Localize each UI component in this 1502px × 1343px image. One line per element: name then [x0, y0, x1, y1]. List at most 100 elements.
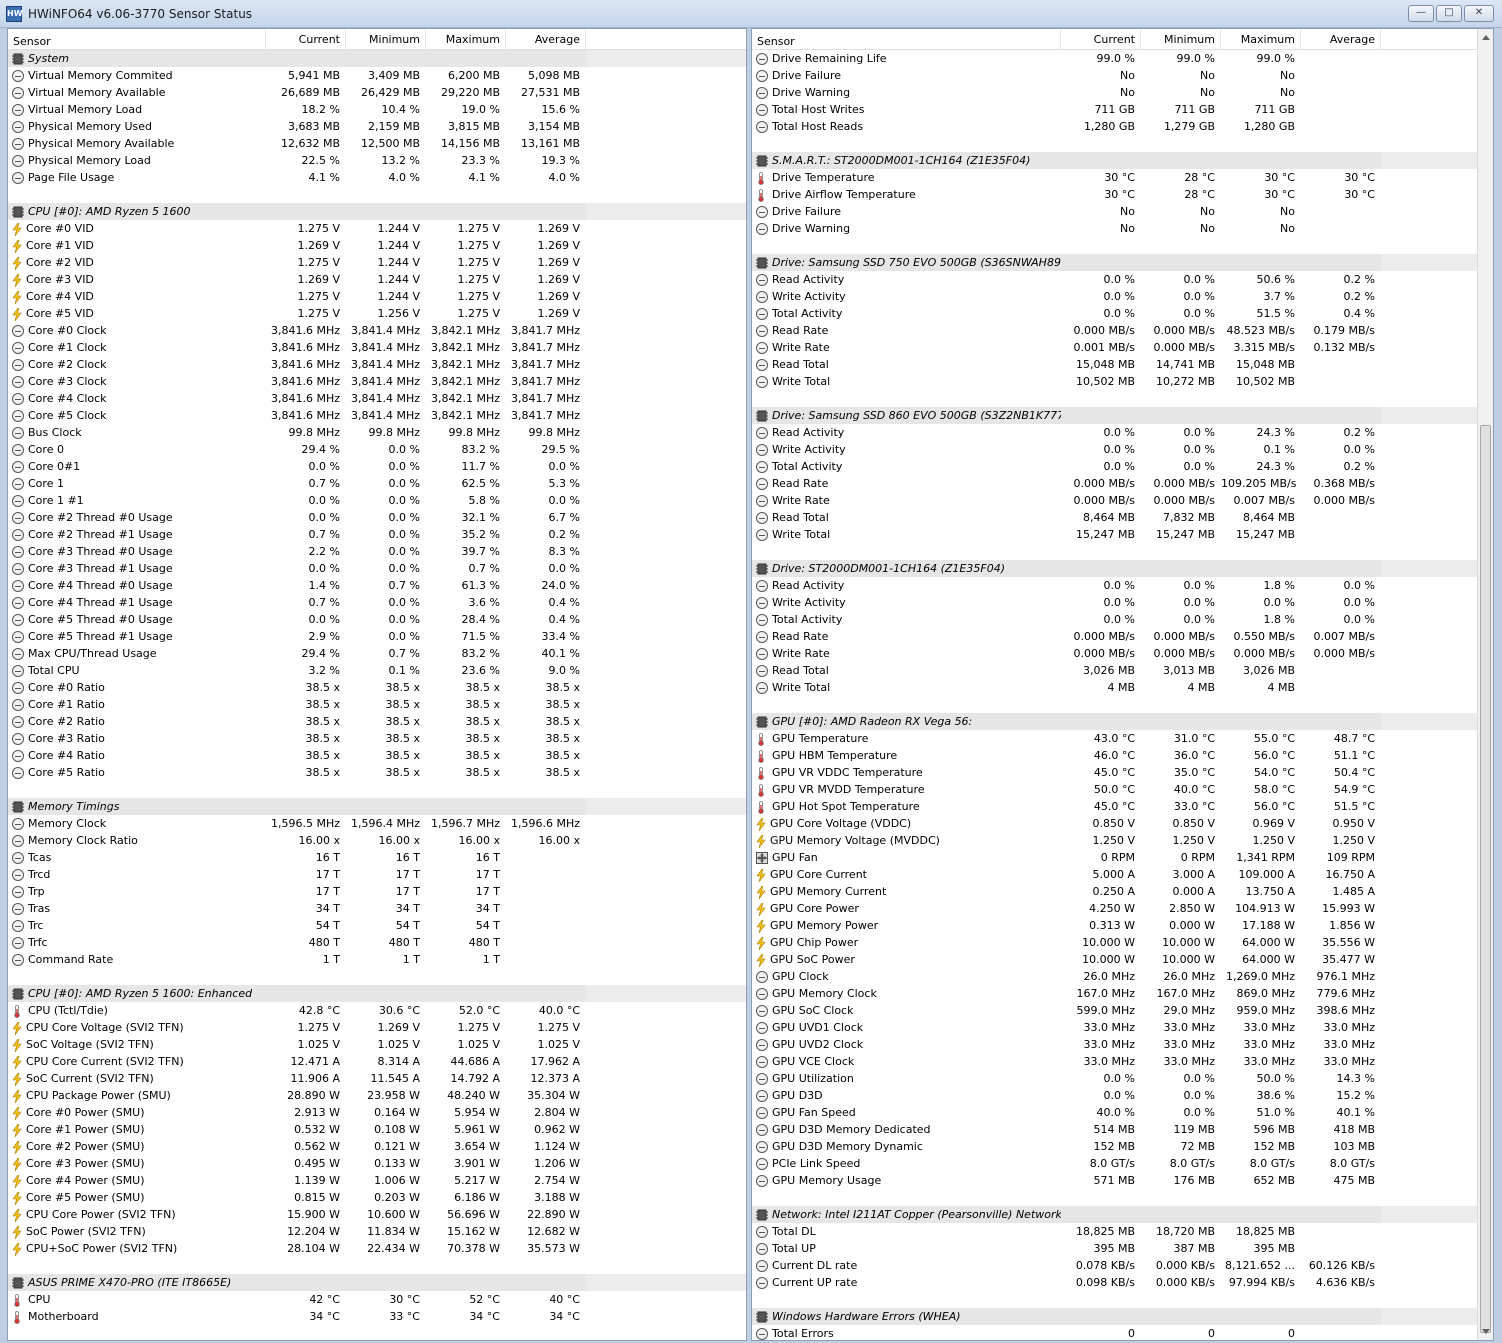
sensor-row[interactable]: Page File Usage 4.1 % 4.0 % 4.1 % 4.0 %	[8, 169, 746, 186]
sensor-row[interactable]: Memory Clock 1,596.5 MHz 1,596.4 MHz 1,596.…	[8, 815, 746, 832]
sensor-group-header[interactable]: CPU [#0]: AMD Ryzen 5 1600	[8, 203, 746, 220]
scrollbar-thumb[interactable]	[1480, 425, 1491, 1333]
sensor-group-header[interactable]: System	[8, 50, 746, 67]
sensor-row[interactable]: Core #5 Clock 3,841.6 MHz 3,841.4 MHz 3,842…	[8, 407, 746, 424]
sensor-row[interactable]: Read Rate 0.000 MB/s 0.000 MB/s 48.523 MB/s…	[752, 322, 1493, 339]
sensor-row[interactable]: GPU Clock 26.0 MHz 26.0 MHz 1,269.0 MHz 976.…	[752, 968, 1493, 985]
column-header-current[interactable]: Current	[266, 29, 346, 50]
sensor-row[interactable]: Trcd 17 T 17 T 17 T	[8, 866, 746, 883]
sensor-row[interactable]: Core 0 29.4 % 0.0 % 83.2 % 29.5 %	[8, 441, 746, 458]
sensor-row[interactable]: GPU Memory Voltage (MVDDC) 1.250 V 1.250 V…	[752, 832, 1493, 849]
sensor-row[interactable]: Core #4 Thread #1 Usage 0.7 % 0.0 % 3.6 % 0.…	[8, 594, 746, 611]
column-header-sensor[interactable]: Sensor	[752, 29, 1061, 50]
sensor-row[interactable]: Core 1 #1 0.0 % 0.0 % 5.8 % 0.0 %	[8, 492, 746, 509]
sensor-row[interactable]: Physical Memory Available 12,632 MB 12,500…	[8, 135, 746, 152]
sensor-row[interactable]: Tcas 16 T 16 T 16 T	[8, 849, 746, 866]
sensor-row[interactable]: SoC Power (SVI2 TFN) 12.204 W 11.834 W 15.1…	[8, 1223, 746, 1240]
sensor-row[interactable]: Read Total 3,026 MB 3,013 MB 3,026 MB	[752, 662, 1493, 679]
sensor-row[interactable]: Total Host Writes 711 GB 711 GB 711 GB	[752, 101, 1493, 118]
sensor-row[interactable]: Current UP rate 0.098 KB/s 0.000 KB/s 97.99…	[752, 1274, 1493, 1291]
sensor-row[interactable]: GPU Core Current 5.000 A 3.000 A 109.000 A 1…	[752, 866, 1493, 883]
sensor-row[interactable]: SoC Voltage (SVI2 TFN) 1.025 V 1.025 V 1.02…	[8, 1036, 746, 1053]
column-header-minimum[interactable]: Minimum	[1141, 29, 1221, 50]
sensor-group-header[interactable]: CPU [#0]: AMD Ryzen 5 1600: Enhanced	[8, 985, 746, 1002]
sensor-row[interactable]: Total Host Reads 1,280 GB 1,279 GB 1,280 GB	[752, 118, 1493, 135]
sensor-row[interactable]: Read Activity 0.0 % 0.0 % 24.3 % 0.2 %	[752, 424, 1493, 441]
sensor-row[interactable]: Core #4 VID 1.275 V 1.244 V 1.275 V 1.269 V	[8, 288, 746, 305]
sensor-row[interactable]: Core #5 Thread #1 Usage 2.9 % 0.0 % 71.5 % 3…	[8, 628, 746, 645]
sensor-row[interactable]: Total CPU 3.2 % 0.1 % 23.6 % 9.0 %	[8, 662, 746, 679]
sensor-row[interactable]: GPU Hot Spot Temperature 45.0 °C 33.0 °C 56…	[752, 798, 1493, 815]
sensor-row[interactable]: CPU (Tctl/Tdie) 42.8 °C 30.6 °C 52.0 °C 40.0…	[8, 1002, 746, 1019]
sensor-row[interactable]: GPU Memory Clock 167.0 MHz 167.0 MHz 869.0 …	[752, 985, 1493, 1002]
sensor-row[interactable]: GPU Core Power 4.250 W 2.850 W 104.913 W 15.…	[752, 900, 1493, 917]
sensor-row[interactable]: GPU Temperature 43.0 °C 31.0 °C 55.0 °C 48.7…	[752, 730, 1493, 747]
sensor-row[interactable]: Core #2 VID 1.275 V 1.244 V 1.275 V 1.269 V	[8, 254, 746, 271]
sensor-row[interactable]: Core #1 VID 1.269 V 1.244 V 1.275 V 1.269 V	[8, 237, 746, 254]
sensor-row[interactable]: Read Total 15,048 MB 14,741 MB 15,048 MB	[752, 356, 1493, 373]
scroll-up-arrow-icon[interactable]	[1482, 35, 1490, 40]
column-header-current[interactable]: Current	[1061, 29, 1141, 50]
sensor-group-header[interactable]: Drive: ST2000DM001-1CH164 (Z1E35F04)	[752, 560, 1493, 577]
sensor-group-header[interactable]: Drive: Samsung SSD 860 EVO 500GB (S3Z2NB…	[752, 407, 1493, 424]
column-header-maximum[interactable]: Maximum	[426, 29, 506, 50]
sensor-row[interactable]: Core #4 Power (SMU) 1.139 W 1.006 W 5.217 W…	[8, 1172, 746, 1189]
sensor-row[interactable]: CPU Core Current (SVI2 TFN) 12.471 A 8.314…	[8, 1053, 746, 1070]
sensor-row[interactable]: CPU Package Power (SMU) 28.890 W 23.958 W 4…	[8, 1087, 746, 1104]
sensor-row[interactable]: GPU SoC Clock 599.0 MHz 29.0 MHz 959.0 MHz 3…	[752, 1002, 1493, 1019]
sensor-row[interactable]: Total Activity 0.0 % 0.0 % 1.8 % 0.0 %	[752, 611, 1493, 628]
sensor-row[interactable]: Total Errors 0 0 0	[752, 1325, 1493, 1340]
sensor-row[interactable]: Max CPU/Thread Usage 29.4 % 0.7 % 83.2 % 40.…	[8, 645, 746, 662]
sensor-row[interactable]: Memory Clock Ratio 16.00 x 16.00 x 16.00 x 1…	[8, 832, 746, 849]
sensor-row[interactable]: GPU Memory Power 0.313 W 0.000 W 17.188 W 1.…	[752, 917, 1493, 934]
sensor-row[interactable]: GPU SoC Power 10.000 W 10.000 W 64.000 W 35.…	[752, 951, 1493, 968]
sensor-row[interactable]: Write Rate 0.000 MB/s 0.000 MB/s 0.000 MB/s…	[752, 645, 1493, 662]
sensor-group-header[interactable]: S.M.A.R.T.: ST2000DM001-1CH164 (Z1E35F04…	[752, 152, 1493, 169]
sensor-row[interactable]: Core 1 0.7 % 0.0 % 62.5 % 5.3 %	[8, 475, 746, 492]
sensor-row[interactable]: Read Total 8,464 MB 7,832 MB 8,464 MB	[752, 509, 1493, 526]
sensor-row[interactable]: Core #0 Power (SMU) 2.913 W 0.164 W 5.954 W…	[8, 1104, 746, 1121]
sensor-row[interactable]: Drive Failure No No No	[752, 67, 1493, 84]
sensor-row[interactable]: Core #4 Clock 3,841.6 MHz 3,841.4 MHz 3,842…	[8, 390, 746, 407]
sensor-row[interactable]: Core #2 Ratio 38.5 x 38.5 x 38.5 x 38.5 x	[8, 713, 746, 730]
sensor-row[interactable]: Total DL 18,825 MB 18,720 MB 18,825 MB	[752, 1223, 1493, 1240]
sensor-row[interactable]: Drive Temperature 30 °C 28 °C 30 °C 30 °C	[752, 169, 1493, 186]
sensor-row[interactable]: GPU Fan Speed 40.0 % 0.0 % 51.0 % 40.1 %	[752, 1104, 1493, 1121]
sensor-row[interactable]: Tras 34 T 34 T 34 T	[8, 900, 746, 917]
sensor-row[interactable]: GPU HBM Temperature 46.0 °C 36.0 °C 56.0 °C…	[752, 747, 1493, 764]
sensor-row[interactable]: SoC Current (SVI2 TFN) 11.906 A 11.545 A 14…	[8, 1070, 746, 1087]
sensor-row[interactable]: Drive Failure No No No	[752, 203, 1493, 220]
sensor-row[interactable]: Physical Memory Used 3,683 MB 2,159 MB 3,81…	[8, 118, 746, 135]
sensor-row[interactable]: Read Rate 0.000 MB/s 0.000 MB/s 0.550 MB/s 0…	[752, 628, 1493, 645]
sensor-row[interactable]: GPU UVD2 Clock 33.0 MHz 33.0 MHz 33.0 MHz 33…	[752, 1036, 1493, 1053]
sensor-row[interactable]: CPU 42 °C 30 °C 52 °C 40 °C	[8, 1291, 746, 1308]
sensor-row[interactable]: Core #5 Thread #0 Usage 0.0 % 0.0 % 28.4 % 0…	[8, 611, 746, 628]
sensor-row[interactable]: CPU Core Power (SVI2 TFN) 15.900 W 10.600 …	[8, 1206, 746, 1223]
sensor-row[interactable]: Core #2 Power (SMU) 0.562 W 0.121 W 3.654 W…	[8, 1138, 746, 1155]
column-header-maximum[interactable]: Maximum	[1221, 29, 1301, 50]
sensor-group-header[interactable]: Windows Hardware Errors (WHEA)	[752, 1308, 1493, 1325]
sensor-group-header[interactable]: Memory Timings	[8, 798, 746, 815]
sensor-group-header[interactable]: Drive: Samsung SSD 750 EVO 500GB (S36SNW…	[752, 254, 1493, 271]
sensor-row[interactable]: Core #3 Ratio 38.5 x 38.5 x 38.5 x 38.5 x	[8, 730, 746, 747]
sensor-group-header[interactable]: GPU [#0]: AMD Radeon RX Vega 56:	[752, 713, 1493, 730]
sensor-row[interactable]: Write Total 15,247 MB 15,247 MB 15,247 MB	[752, 526, 1493, 543]
sensor-row[interactable]: Core #4 Ratio 38.5 x 38.5 x 38.5 x 38.5 x	[8, 747, 746, 764]
sensor-row[interactable]: Virtual Memory Available 26,689 MB 26,429 …	[8, 84, 746, 101]
sensor-row[interactable]: GPU Memory Current 0.250 A 0.000 A 13.750 A…	[752, 883, 1493, 900]
sensor-row[interactable]: Write Activity 0.0 % 0.0 % 0.0 % 0.0 %	[752, 594, 1493, 611]
sensor-row[interactable]: Write Rate 0.001 MB/s 0.000 MB/s 3.315 MB/s…	[752, 339, 1493, 356]
sensor-row[interactable]: Current DL rate 0.078 KB/s 0.000 KB/s 8,121…	[752, 1257, 1493, 1274]
sensor-row[interactable]: Read Rate 0.000 MB/s 0.000 MB/s 109.205 MB/…	[752, 475, 1493, 492]
sensor-group-header[interactable]: Network: Intel I211AT Copper (Pearsonvil…	[752, 1206, 1493, 1223]
sensor-row[interactable]: Core #3 Clock 3,841.6 MHz 3,841.4 MHz 3,842…	[8, 373, 746, 390]
sensor-row[interactable]: Core #1 Power (SMU) 0.532 W 0.108 W 5.961 W…	[8, 1121, 746, 1138]
column-header-average[interactable]: Average	[1301, 29, 1381, 50]
sensor-row[interactable]: Core #2 Thread #1 Usage 0.7 % 0.0 % 35.2 % 0…	[8, 526, 746, 543]
scroll-down-arrow-icon[interactable]	[1482, 1329, 1490, 1334]
sensor-row[interactable]: GPU Chip Power 10.000 W 10.000 W 64.000 W 35…	[752, 934, 1493, 951]
sensor-row[interactable]: Trc 54 T 54 T 54 T	[8, 917, 746, 934]
column-header-average[interactable]: Average	[506, 29, 586, 50]
sensor-row[interactable]: Write Total 4 MB 4 MB 4 MB	[752, 679, 1493, 696]
sensor-row[interactable]: CPU Core Voltage (SVI2 TFN) 1.275 V 1.269 …	[8, 1019, 746, 1036]
